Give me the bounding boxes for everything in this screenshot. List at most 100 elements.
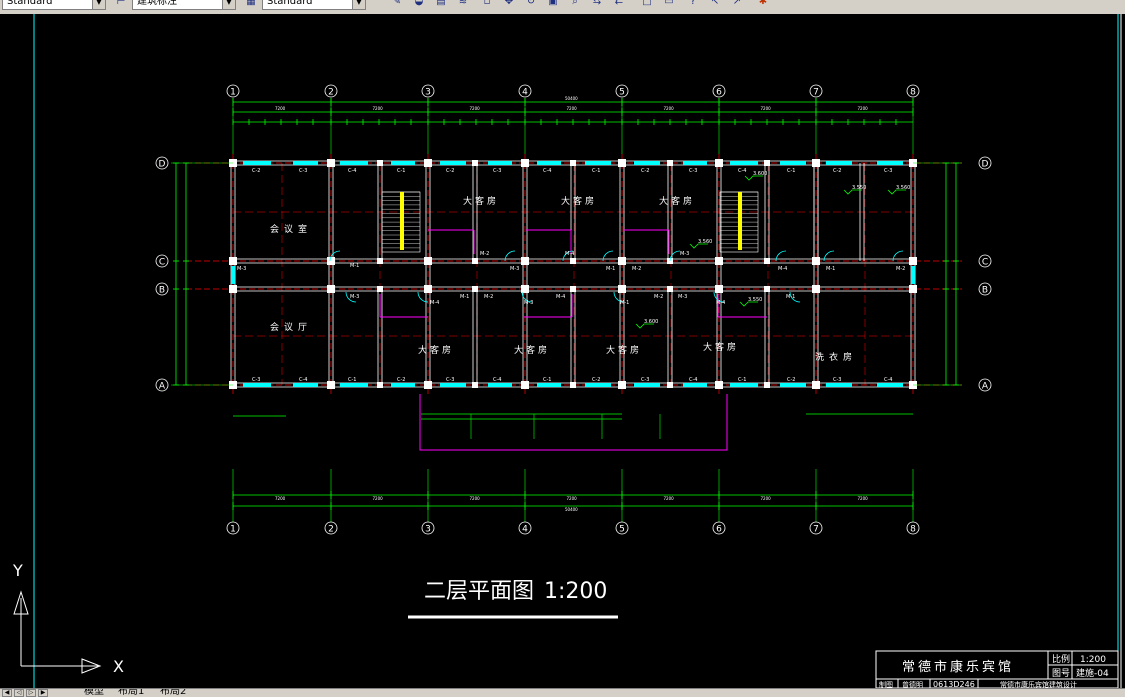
column bbox=[327, 381, 335, 389]
window bbox=[391, 383, 415, 387]
window bbox=[440, 383, 466, 387]
room-label-guest: 大客房 bbox=[561, 195, 597, 207]
paint-icon[interactable]: ◒ bbox=[412, 0, 426, 9]
column bbox=[229, 285, 237, 293]
column bbox=[377, 258, 383, 264]
window bbox=[730, 383, 758, 387]
column bbox=[377, 382, 383, 388]
grid-bubble-bottom-3-label: 3 bbox=[425, 525, 431, 535]
text-style-value: Standard bbox=[7, 0, 53, 7]
column bbox=[618, 285, 626, 293]
door-label: M-4 bbox=[778, 266, 787, 272]
window bbox=[585, 383, 611, 387]
window-label: C-3 bbox=[252, 377, 260, 383]
column bbox=[812, 257, 820, 265]
window bbox=[634, 161, 660, 165]
column bbox=[521, 159, 529, 167]
window bbox=[730, 161, 758, 165]
window-label: C-3 bbox=[833, 377, 841, 383]
stair-handrail bbox=[400, 192, 404, 250]
window-label: C-1 bbox=[543, 377, 551, 383]
text-style-select[interactable]: Standard ▼ bbox=[2, 0, 106, 10]
room-label-laundry: 洗衣房 bbox=[815, 351, 857, 363]
layers-icon[interactable]: ≋ bbox=[456, 0, 470, 9]
scale-label: 比例 bbox=[1052, 653, 1070, 665]
window-label: C-1 bbox=[787, 168, 795, 174]
door-label: M-1 bbox=[826, 266, 835, 272]
window bbox=[488, 383, 512, 387]
column bbox=[472, 160, 478, 166]
bay-dimension: 7200 bbox=[761, 496, 772, 501]
door-label: M-1 bbox=[786, 294, 795, 300]
door-label: M-3 bbox=[237, 266, 246, 272]
window bbox=[340, 383, 368, 387]
window bbox=[877, 161, 903, 165]
window-label: C-2 bbox=[833, 168, 841, 174]
bay-dimension: 7200 bbox=[567, 106, 578, 111]
zoom-window-icon[interactable]: ▣ bbox=[546, 0, 560, 9]
window bbox=[780, 383, 806, 387]
drawing-canvas[interactable]: 7200 7200 7200 7200 7200 7200 7200 50400 7200 720… bbox=[0, 14, 1125, 688]
grid-bubble-left-D-label: D bbox=[159, 160, 166, 170]
grid-bubble-right-B-label: B bbox=[982, 286, 988, 296]
column bbox=[521, 381, 529, 389]
bay-dimension: 7200 bbox=[858, 106, 869, 111]
dim-style-icon[interactable]: ⊢ bbox=[114, 0, 128, 9]
designer-value: 曾德明 bbox=[902, 680, 923, 688]
help-icon[interactable]: ? bbox=[686, 0, 700, 9]
table-style-icon[interactable]: ▦ bbox=[244, 0, 258, 9]
grid-bubble-top-6-label: 6 bbox=[716, 88, 722, 98]
zoom-realtime-icon[interactable]: ⌕ bbox=[568, 0, 582, 9]
column bbox=[667, 160, 673, 166]
window bbox=[780, 161, 806, 165]
rectangle-icon[interactable]: □ bbox=[640, 0, 654, 9]
window bbox=[231, 266, 235, 284]
pointer-icon[interactable]: ↗ bbox=[730, 0, 744, 9]
chevron-down-icon[interactable]: ▼ bbox=[92, 0, 105, 9]
room-label-hall: 会议厅 bbox=[270, 321, 312, 333]
window-label: C-4 bbox=[738, 168, 746, 174]
zoom-previous-icon[interactable]: ⇆ bbox=[590, 0, 604, 9]
cursor-icon[interactable]: ↖ bbox=[708, 0, 722, 9]
table-style-select[interactable]: Standard ▼ bbox=[262, 0, 366, 10]
level-value: 3.600 bbox=[644, 319, 658, 325]
column bbox=[764, 160, 770, 166]
dim-style-select[interactable]: 建筑标注 ▼ bbox=[132, 0, 236, 10]
pan-icon[interactable]: ✥ bbox=[502, 0, 516, 9]
drawing-no-value: 建施-04 bbox=[1076, 667, 1109, 679]
level-value: 3.600 bbox=[753, 171, 767, 177]
window-label: C-3 bbox=[446, 377, 454, 383]
match-icon[interactable]: ⇇ bbox=[612, 0, 626, 9]
realtime-pan-icon[interactable]: ↻ bbox=[524, 0, 538, 9]
grid-bubble-right-C-label: C bbox=[982, 258, 988, 268]
bay-dimension: 7200 bbox=[470, 496, 481, 501]
copy-icon[interactable]: ▭ bbox=[662, 0, 676, 9]
chevron-down-icon[interactable]: ▼ bbox=[352, 0, 365, 9]
grid-icon[interactable]: ▫ bbox=[480, 0, 494, 9]
window-label: C-4 bbox=[689, 377, 697, 383]
properties-icon[interactable]: ▤ bbox=[434, 0, 448, 9]
window-label: C-2 bbox=[397, 377, 405, 383]
window-label: C-4 bbox=[348, 168, 356, 174]
column bbox=[618, 159, 626, 167]
bug-icon[interactable]: ✱ bbox=[756, 0, 770, 9]
window-label: C-3 bbox=[884, 168, 892, 174]
door-label: M-4 bbox=[565, 251, 574, 257]
window bbox=[877, 383, 903, 387]
drawing-title: 二层平面图 bbox=[424, 579, 534, 604]
column bbox=[570, 258, 576, 264]
column bbox=[424, 381, 432, 389]
grid-bubble-top-3-label: 3 bbox=[425, 88, 431, 98]
room-label-meeting: 会议室 bbox=[270, 223, 312, 235]
door-label: M-1 bbox=[606, 266, 615, 272]
column bbox=[570, 382, 576, 388]
window-label: C-2 bbox=[592, 377, 600, 383]
grid-bubble-top-7-label: 7 bbox=[813, 88, 819, 98]
window-label: C-3 bbox=[493, 168, 501, 174]
brush-icon[interactable]: ✎ bbox=[390, 0, 404, 9]
column bbox=[521, 257, 529, 265]
door-label: M-2 bbox=[484, 294, 493, 300]
chevron-down-icon[interactable]: ▼ bbox=[222, 0, 235, 9]
column bbox=[424, 257, 432, 265]
window-label: C-4 bbox=[543, 168, 551, 174]
